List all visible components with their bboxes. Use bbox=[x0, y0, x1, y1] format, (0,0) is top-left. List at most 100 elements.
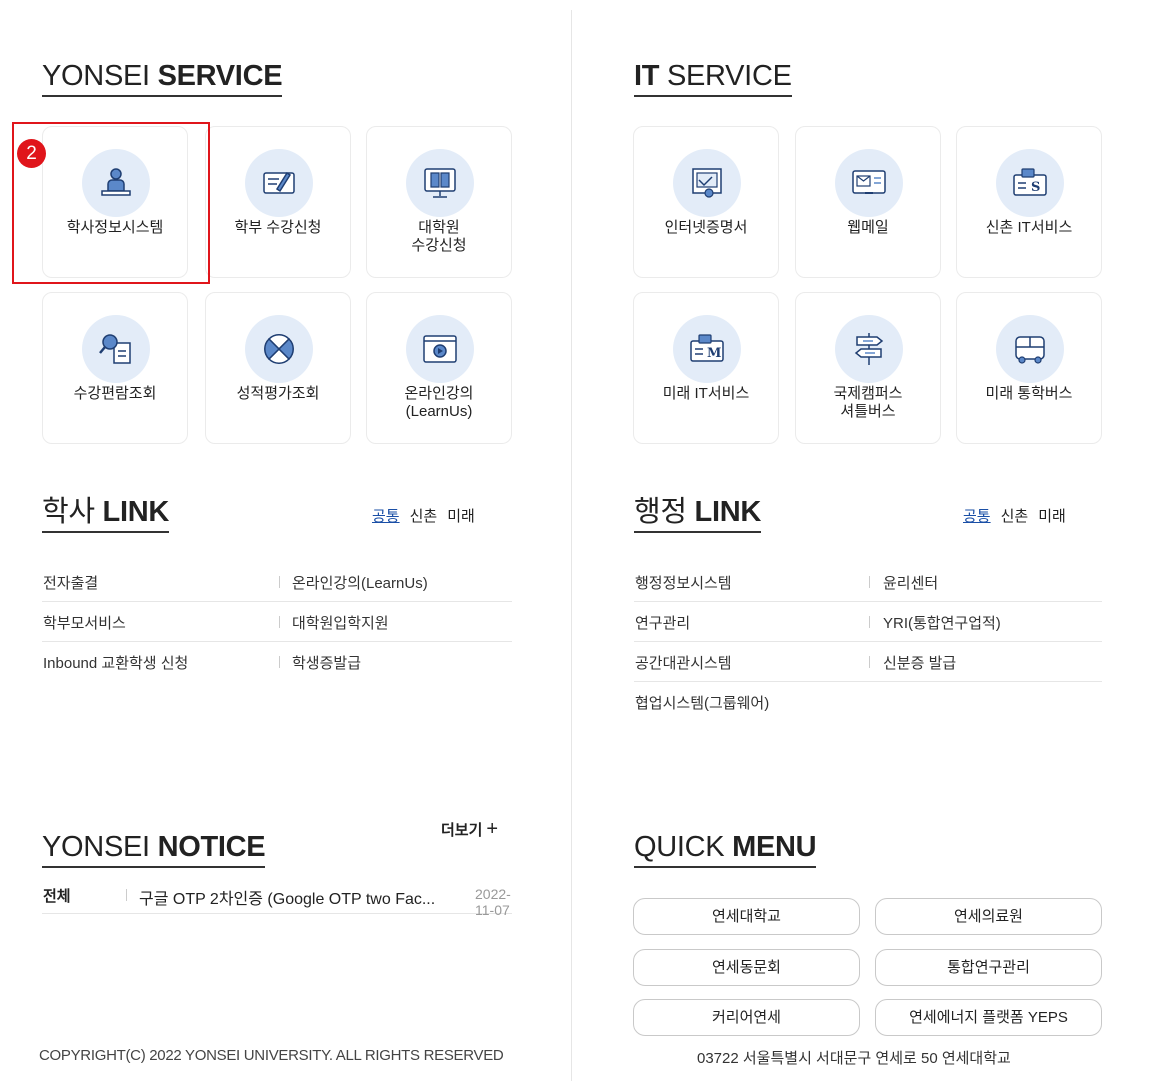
card-label: 성적평가조회 bbox=[236, 385, 320, 402]
quick-menu-title-light: QUICK bbox=[634, 831, 725, 863]
it-card-commuter-bus[interactable]: 미래 통학버스 bbox=[956, 292, 1102, 444]
card-label: 국제캠퍼스 셔틀버스 bbox=[833, 385, 903, 420]
card-label: 인터넷증명서 bbox=[664, 219, 748, 236]
link-student-id[interactable]: 학생증발급 bbox=[292, 652, 361, 673]
plus-icon: + bbox=[486, 818, 499, 840]
quick-yeps-button[interactable]: 연세에너지 플랫폼 YEPS bbox=[875, 999, 1102, 1036]
link-row: 연구관리 YRI(통합연구업적) bbox=[634, 602, 1102, 642]
link-space-rental[interactable]: 공간대관시스템 bbox=[635, 652, 732, 673]
divider bbox=[869, 656, 870, 668]
grade-circle-icon bbox=[264, 334, 294, 364]
center-divider bbox=[571, 10, 572, 1081]
certificate-icon bbox=[692, 168, 722, 198]
quick-menu-title-bold: MENU bbox=[732, 831, 817, 863]
circle-bg bbox=[673, 149, 741, 217]
link-electronic-attendance[interactable]: 전자출결 bbox=[43, 572, 98, 593]
divider bbox=[279, 616, 280, 628]
tab-common[interactable]: 공통 bbox=[963, 508, 991, 525]
divider bbox=[869, 616, 870, 628]
tab-mirae[interactable]: 미래 bbox=[1038, 508, 1066, 525]
circle-bg: S bbox=[996, 149, 1064, 217]
yonsei-service-title: YONSEI SERVICE bbox=[42, 60, 283, 97]
link-online-lecture[interactable]: 온라인강의(LearnUs) bbox=[292, 572, 428, 593]
svg-text:M: M bbox=[707, 346, 721, 361]
divider bbox=[279, 576, 280, 588]
tab-sinchon[interactable]: 신촌 bbox=[410, 508, 438, 525]
quick-career-button[interactable]: 커리어연세 bbox=[633, 999, 860, 1036]
yonsei-service-title-light: YONSEI bbox=[42, 60, 150, 92]
link-parents-service[interactable]: 학부모서비스 bbox=[43, 612, 126, 633]
svg-text:S: S bbox=[1031, 180, 1040, 195]
academic-link-title-bold: LINK bbox=[102, 496, 170, 528]
divider bbox=[279, 656, 280, 668]
yonsei-notice-title: YONSEI NOTICE bbox=[42, 831, 266, 868]
circle-bg bbox=[245, 315, 313, 383]
signpost-icon bbox=[854, 333, 884, 365]
link-row: Inbound 교환학생 신청 학생증발급 bbox=[42, 642, 512, 682]
more-label: 더보기 bbox=[441, 822, 483, 839]
service-card-grade-inquiry[interactable]: 성적평가조회 bbox=[205, 292, 351, 444]
it-card-certificate[interactable]: 인터넷증명서 bbox=[633, 126, 779, 278]
service-card-grad-registration[interactable]: 대학원 수강신청 bbox=[366, 126, 512, 278]
notice-item: 전체 구글 OTP 2차인증 (Google OTP two Fac... 20… bbox=[42, 880, 512, 918]
link-row: 협업시스템(그룹웨어) bbox=[634, 682, 1102, 722]
admin-link-title-bold: LINK bbox=[694, 496, 762, 528]
link-row: 전자출결 온라인강의(LearnUs) bbox=[42, 562, 512, 602]
card-label: 온라인강의 (LearnUs) bbox=[404, 385, 474, 420]
it-service-s-icon: S bbox=[1013, 168, 1047, 196]
quick-yonsei-university-button[interactable]: 연세대학교 bbox=[633, 898, 860, 935]
notice-title-link[interactable]: 구글 OTP 2차인증 (Google OTP two Fac... bbox=[139, 885, 461, 909]
service-card-course-catalog[interactable]: 수강편람조회 bbox=[42, 292, 188, 444]
tab-mirae[interactable]: 미래 bbox=[447, 508, 475, 525]
link-groupware[interactable]: 협업시스템(그룹웨어) bbox=[635, 692, 769, 713]
link-research-management[interactable]: 연구관리 bbox=[635, 612, 690, 633]
link-id-card-issue[interactable]: 신분증 발급 bbox=[883, 652, 956, 673]
quick-menu-title: QUICK MENU bbox=[634, 831, 817, 868]
link-yri[interactable]: YRI(통합연구업적) bbox=[883, 612, 1001, 633]
service-card-online-lecture[interactable]: 온라인강의 (LearnUs) bbox=[366, 292, 512, 444]
it-card-shuttle-bus[interactable]: 국제캠퍼스 셔틀버스 bbox=[795, 292, 941, 444]
notice-title-light: YONSEI bbox=[42, 831, 150, 863]
link-admin-info-system[interactable]: 행정정보시스템 bbox=[635, 572, 732, 593]
tab-common[interactable]: 공통 bbox=[372, 508, 400, 525]
webmail-icon bbox=[852, 170, 886, 194]
it-card-mirae-it[interactable]: M 미래 IT서비스 bbox=[633, 292, 779, 444]
card-label: 미래 IT서비스 bbox=[662, 385, 750, 402]
signup-pen-icon bbox=[263, 171, 295, 194]
admin-link-title-light: 행정 bbox=[634, 496, 687, 528]
it-service-title: IT SERVICE bbox=[634, 61, 792, 97]
circle-bg bbox=[835, 315, 903, 383]
video-player-icon bbox=[423, 335, 457, 363]
more-button[interactable]: 더보기 + bbox=[441, 818, 498, 841]
quick-alumni-button[interactable]: 연세동문회 bbox=[633, 949, 860, 986]
card-label: 웹메일 bbox=[847, 219, 889, 236]
card-label: 대학원 수강신청 bbox=[411, 219, 467, 254]
link-ethics-center[interactable]: 윤리센터 bbox=[883, 572, 938, 593]
quick-research-management-button[interactable]: 통합연구관리 bbox=[875, 949, 1102, 986]
circle-bg bbox=[245, 149, 313, 217]
link-inbound-exchange[interactable]: Inbound 교환학생 신청 bbox=[43, 652, 188, 673]
notice-title-bold: NOTICE bbox=[157, 831, 266, 863]
admin-link-tabs: 공통 신촌 미래 bbox=[963, 505, 1066, 526]
it-service-title-bold: IT bbox=[634, 60, 660, 92]
it-service-title-light: SERVICE bbox=[666, 60, 792, 92]
link-grad-admission[interactable]: 대학원입학지원 bbox=[292, 612, 389, 633]
notice-category[interactable]: 전체 bbox=[43, 885, 71, 906]
quick-yonsei-medical-button[interactable]: 연세의료원 bbox=[875, 898, 1102, 935]
address-text: 03722 서울특별시 서대문구 연세로 50 연세대학교 bbox=[697, 1050, 1011, 1067]
copyright-text: COPYRIGHT(C) 2022 YONSEI UNIVERSITY. ALL… bbox=[39, 1047, 504, 1064]
circle-bg bbox=[82, 315, 150, 383]
link-row: 행정정보시스템 윤리센터 bbox=[634, 562, 1102, 602]
service-card-undergrad-registration[interactable]: 학부 수강신청 bbox=[205, 126, 351, 278]
it-card-sinchon-it[interactable]: S 신촌 IT서비스 bbox=[956, 126, 1102, 278]
circle-bg bbox=[406, 315, 474, 383]
it-service-m-icon: M bbox=[690, 334, 724, 362]
card-label: 미래 통학버스 bbox=[985, 385, 1073, 402]
it-card-webmail[interactable]: 웹메일 bbox=[795, 126, 941, 278]
academic-link-tabs: 공통 신촌 미래 bbox=[372, 505, 475, 526]
search-document-icon bbox=[99, 334, 131, 364]
tab-sinchon[interactable]: 신촌 bbox=[1001, 508, 1029, 525]
step-badge: 2 bbox=[17, 139, 46, 168]
admin-link-title: 행정 LINK bbox=[634, 497, 761, 533]
academic-link-title: 학사 LINK bbox=[42, 497, 169, 533]
